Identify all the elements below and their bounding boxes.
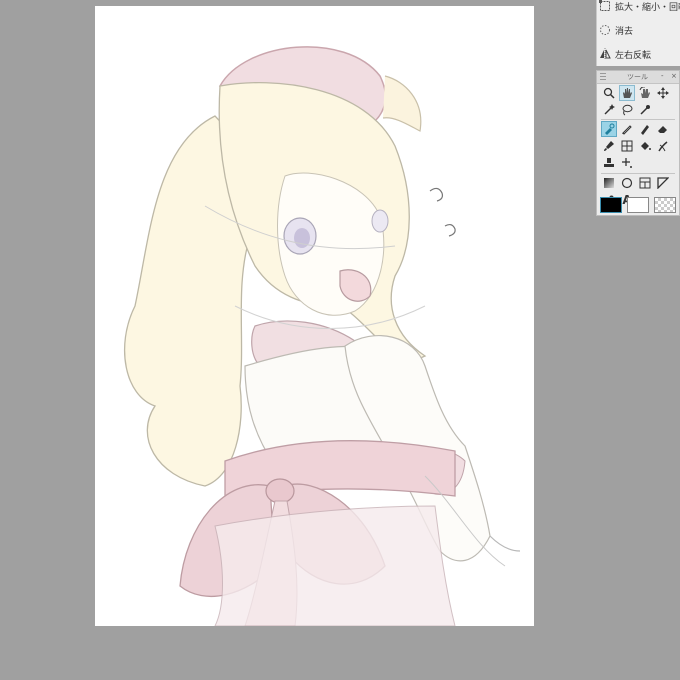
ruler-icon xyxy=(657,177,669,189)
pen-tool[interactable] xyxy=(619,121,635,137)
tool-palette: ツール - × xyxy=(596,70,680,216)
drawing-tools-row3 xyxy=(601,155,671,171)
zoom-tool[interactable] xyxy=(601,85,617,101)
blend-icon xyxy=(658,141,668,152)
clear-icon xyxy=(599,24,611,36)
bucket-icon xyxy=(641,142,651,150)
blend-tool[interactable] xyxy=(655,138,671,154)
airbrush-icon xyxy=(605,123,615,135)
tool-divider xyxy=(601,119,675,120)
brush-icon xyxy=(604,141,614,151)
flip-horizontal-icon xyxy=(599,48,611,60)
close-button[interactable]: × xyxy=(671,72,677,80)
lasso-icon xyxy=(622,104,633,116)
eraser-icon xyxy=(658,126,667,133)
marker-icon xyxy=(641,125,649,135)
hand-tool[interactable] xyxy=(619,85,635,101)
navigation-tools xyxy=(601,85,671,101)
foreground-color-swatch[interactable] xyxy=(600,197,622,213)
selection-tools xyxy=(601,102,671,118)
frame-tool[interactable] xyxy=(637,175,653,191)
pen-icon xyxy=(622,125,632,135)
ellipse-tool[interactable] xyxy=(619,175,635,191)
eyedropper-icon xyxy=(640,105,650,115)
transparent-color-swatch[interactable] xyxy=(654,197,676,213)
tool-divider xyxy=(601,173,675,174)
gradient-tool[interactable] xyxy=(601,175,617,191)
stamp-icon xyxy=(604,158,614,167)
frame-icon xyxy=(639,177,651,189)
drawing-tools-row1 xyxy=(601,121,671,137)
background-color-swatch[interactable] xyxy=(627,197,649,213)
brush-tool[interactable] xyxy=(601,138,617,154)
stamp-tool[interactable] xyxy=(601,155,617,171)
transform-command[interactable]: 拡大・縮小・回転 xyxy=(599,0,680,14)
rotate-view-tool[interactable] xyxy=(637,85,653,101)
magic-wand-tool[interactable] xyxy=(601,102,617,118)
airbrush-tool[interactable] xyxy=(601,121,617,137)
transform-label: 拡大・縮小・回転 xyxy=(615,2,680,13)
ellipse-icon xyxy=(621,177,633,189)
palette-title: ツール xyxy=(627,73,648,81)
empty-slot xyxy=(655,155,671,171)
magic-wand-icon xyxy=(604,104,615,115)
marker-tool[interactable] xyxy=(637,121,653,137)
flip-label: 左右反転 xyxy=(615,50,652,61)
sparkle-tool[interactable] xyxy=(619,155,635,171)
drawing-tools-row2 xyxy=(601,138,671,154)
shape-tools xyxy=(601,175,671,191)
empty-slot xyxy=(637,155,653,171)
fill-tool[interactable] xyxy=(637,138,653,154)
artwork-sketch xyxy=(123,46,521,626)
sparkle-icon xyxy=(622,158,632,168)
palette-titlebar[interactable]: ツール - × xyxy=(597,71,679,84)
canvas-area[interactable] xyxy=(0,0,680,680)
rotate-hand-icon xyxy=(639,87,650,98)
grip-icon[interactable] xyxy=(600,73,606,80)
flip-command[interactable]: 左右反転 xyxy=(599,46,651,62)
lasso-tool[interactable] xyxy=(619,102,635,118)
drawing-canvas[interactable] xyxy=(95,6,534,626)
clear-command[interactable]: 消去 xyxy=(599,22,633,38)
eyedropper-tool[interactable] xyxy=(637,102,653,118)
eraser-tool[interactable] xyxy=(655,121,671,137)
grid-icon xyxy=(621,140,633,152)
clear-label: 消去 xyxy=(615,26,634,37)
minimize-button[interactable]: - xyxy=(661,72,664,80)
move-tool[interactable] xyxy=(655,85,671,101)
grid-tool[interactable] xyxy=(619,138,635,154)
ruler-tool[interactable] xyxy=(655,175,671,191)
transform-icon xyxy=(599,0,611,12)
gradient-icon xyxy=(604,178,614,188)
move-arrows-icon xyxy=(657,87,669,99)
command-panel: 拡大・縮小・回転 消去 左右反転 xyxy=(596,0,680,66)
hand-icon xyxy=(623,88,632,98)
empty-slot xyxy=(655,102,671,118)
magnifier-icon xyxy=(603,87,615,99)
